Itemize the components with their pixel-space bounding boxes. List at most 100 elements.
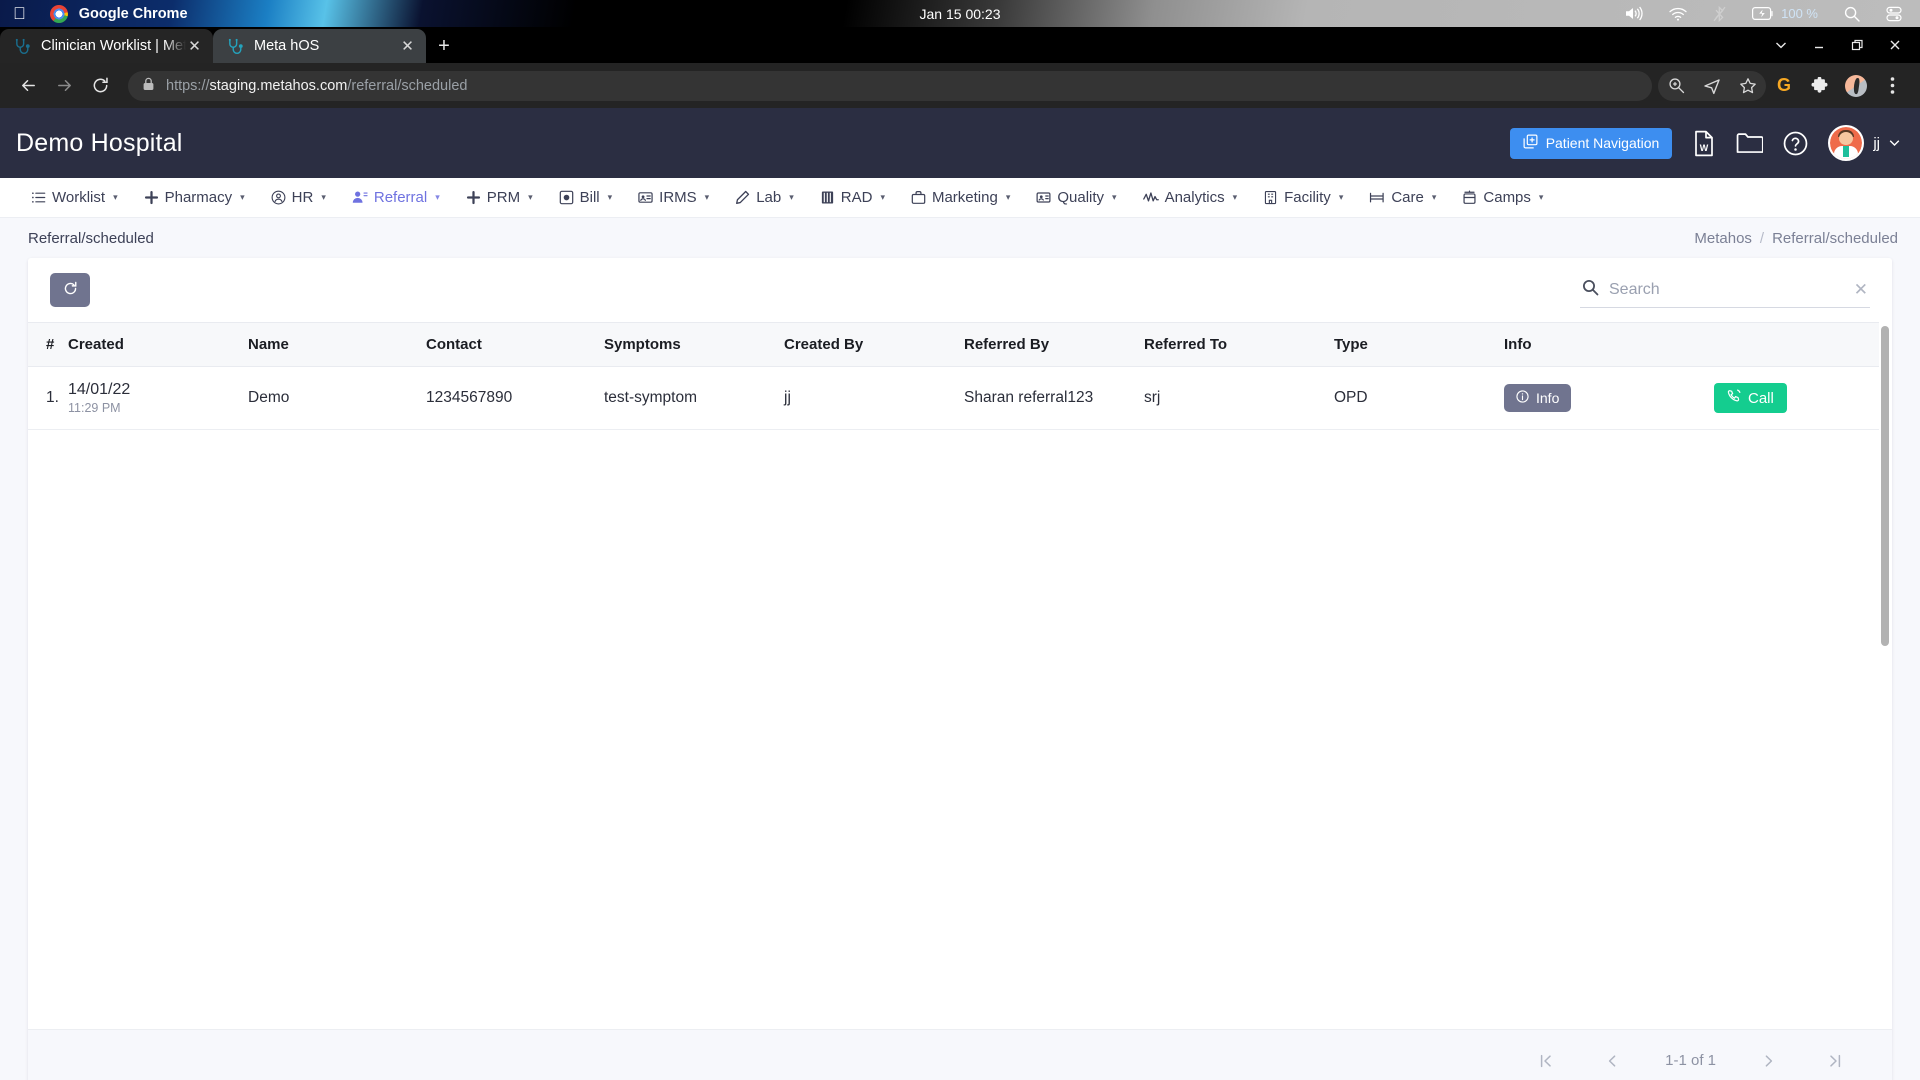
user-menu[interactable]: jj: [1828, 125, 1900, 161]
table-body: 1. 14/01/22 11:29 PM Demo 1234567890 tes…: [28, 366, 1879, 431]
cell-name: Demo: [248, 366, 426, 431]
patient-navigation-label: Patient Navigation: [1545, 135, 1660, 151]
wifi-icon[interactable]: [1669, 7, 1687, 21]
nav-item-bill-label: Bill: [579, 189, 600, 206]
three-dot-menu-icon[interactable]: [1874, 68, 1910, 104]
reload-icon[interactable]: [82, 68, 118, 104]
nav-item-hr[interactable]: HR ▾: [258, 178, 339, 218]
app-header-actions: Patient Navigation W jj: [1509, 125, 1900, 161]
nav-item-analytics[interactable]: Analytics ▾: [1130, 178, 1251, 218]
cell-type: OPD: [1334, 366, 1504, 431]
browser-tab-2[interactable]: Meta hOS ✕: [213, 29, 426, 63]
nav-item-irms[interactable]: IRMS ▾: [625, 178, 722, 218]
search-input[interactable]: [1609, 280, 1844, 299]
column-header-referred-by[interactable]: Referred By: [964, 322, 1144, 367]
nav-item-camps[interactable]: Camps ▾: [1449, 178, 1556, 218]
column-header-symptoms[interactable]: Symptoms: [604, 322, 784, 367]
nav-item-care-label: Care: [1391, 189, 1424, 206]
table-row[interactable]: 1. 14/01/22 11:29 PM Demo 1234567890 tes…: [28, 366, 1879, 431]
main-navigation: Worklist ▾ Pharmacy ▾ HR ▾ Referral ▾ PR…: [0, 178, 1920, 218]
spotlight-search-icon[interactable]: [1844, 6, 1860, 22]
lock-icon[interactable]: [142, 77, 155, 95]
nav-item-marketing[interactable]: Marketing ▾: [898, 178, 1023, 218]
first-page-icon[interactable]: [1533, 1052, 1559, 1070]
star-icon[interactable]: [1730, 68, 1766, 104]
column-header-num[interactable]: #: [28, 322, 68, 367]
minimize-icon[interactable]: [1800, 27, 1838, 63]
help-icon[interactable]: [1783, 131, 1808, 156]
browser-tab-2-close-icon[interactable]: ✕: [399, 37, 416, 55]
grammarly-extension-icon[interactable]: G: [1766, 68, 1802, 104]
call-button[interactable]: Call: [1714, 383, 1787, 414]
address-bar[interactable]: https://staging.metahos.com/referral/sch…: [128, 70, 1652, 101]
column-header-contact[interactable]: Contact: [426, 322, 604, 367]
nav-item-worklist[interactable]: Worklist ▾: [18, 178, 131, 218]
forward-arrow-icon[interactable]: [46, 68, 82, 104]
nav-item-referral[interactable]: Referral ▾: [339, 178, 453, 218]
chevron-down-icon: ▾: [435, 192, 440, 202]
last-page-icon[interactable]: [1822, 1052, 1848, 1070]
nav-item-lab[interactable]: Lab ▾: [722, 178, 807, 218]
search-box[interactable]: ✕: [1580, 272, 1870, 308]
column-header-info[interactable]: Info: [1504, 322, 1714, 367]
browser-tab-1[interactable]: Clinician Worklist | Metahos ✕: [0, 29, 213, 63]
chevron-down-icon[interactable]: [1762, 27, 1800, 63]
nav-item-care[interactable]: Care ▾: [1356, 178, 1449, 218]
table-vertical-scrollbar[interactable]: [1881, 326, 1889, 646]
column-header-name[interactable]: Name: [248, 322, 426, 367]
nav-item-marketing-label: Marketing: [931, 189, 998, 206]
chevron-down-icon: ▾: [704, 192, 710, 202]
column-header-created[interactable]: Created: [68, 322, 248, 367]
back-arrow-icon[interactable]: [10, 68, 46, 104]
close-icon[interactable]: ✕: [1854, 281, 1868, 298]
chevron-down-icon: ▾: [789, 192, 794, 202]
bluetooth-off-icon[interactable]: [1713, 5, 1726, 22]
nav-item-quality[interactable]: Quality ▾: [1023, 178, 1129, 218]
bed-icon: [1369, 190, 1385, 205]
info-button[interactable]: Info: [1504, 384, 1572, 413]
breadcrumb-bar: Referral/scheduled Metahos / Referral/sc…: [0, 218, 1920, 258]
word-document-icon[interactable]: W: [1692, 130, 1716, 157]
referral-table-container: # Created Name Contact Symptoms Created …: [28, 322, 1892, 1029]
apple-icon[interactable]: : [13, 5, 26, 22]
window-controls: [1762, 27, 1920, 63]
chevron-down-icon: ▾: [1232, 192, 1238, 202]
new-tab-button[interactable]: +: [426, 29, 462, 63]
profile-avatar-icon[interactable]: [1838, 68, 1874, 104]
prev-page-icon[interactable]: [1599, 1052, 1625, 1070]
column-header-referred-to[interactable]: Referred To: [1144, 322, 1334, 367]
column-header-type[interactable]: Type: [1334, 322, 1504, 367]
os-active-app-name: Google Chrome: [66, 5, 188, 22]
battery-group[interactable]: 100 %: [1752, 6, 1818, 21]
nav-item-rad[interactable]: RAD ▾: [807, 178, 898, 218]
page-title: Referral/scheduled: [28, 229, 154, 247]
next-page-icon[interactable]: [1756, 1052, 1782, 1070]
zoom-in-icon[interactable]: [1658, 68, 1694, 104]
plus-icon: [466, 190, 481, 205]
close-icon[interactable]: [1876, 27, 1914, 63]
volume-icon[interactable]: [1624, 6, 1643, 21]
cell-created-time: 11:29 PM: [68, 401, 121, 416]
breadcrumb: Metahos / Referral/scheduled: [1694, 230, 1898, 247]
patient-navigation-button[interactable]: Patient Navigation: [1509, 127, 1673, 159]
browser-tab-2-title: Meta hOS: [254, 38, 320, 54]
share-icon[interactable]: [1694, 68, 1730, 104]
nav-item-facility[interactable]: Facility ▾: [1250, 178, 1356, 218]
os-clock: Jan 15 00:23: [919, 5, 1001, 22]
nav-item-irms-label: IRMS: [659, 189, 697, 206]
refresh-button[interactable]: [50, 273, 90, 307]
browser-tab-1-close-icon[interactable]: ✕: [186, 37, 203, 55]
nav-item-rad-label: RAD: [840, 189, 873, 206]
puzzle-extensions-icon[interactable]: [1802, 68, 1838, 104]
nav-item-pharmacy-label: Pharmacy: [164, 189, 233, 206]
cell-created-date: 14/01/22: [68, 381, 131, 398]
nav-item-bill[interactable]: Bill ▾: [546, 178, 626, 218]
restore-icon[interactable]: [1838, 27, 1876, 63]
column-header-created-by[interactable]: Created By: [784, 322, 964, 367]
chevron-down-icon: ▾: [1005, 192, 1011, 202]
nav-item-prm[interactable]: PRM ▾: [453, 178, 546, 218]
breadcrumb-root[interactable]: Metahos: [1694, 230, 1752, 247]
folder-icon[interactable]: [1736, 131, 1764, 155]
nav-item-pharmacy[interactable]: Pharmacy ▾: [131, 178, 258, 218]
control-center-icon[interactable]: [1886, 6, 1902, 22]
